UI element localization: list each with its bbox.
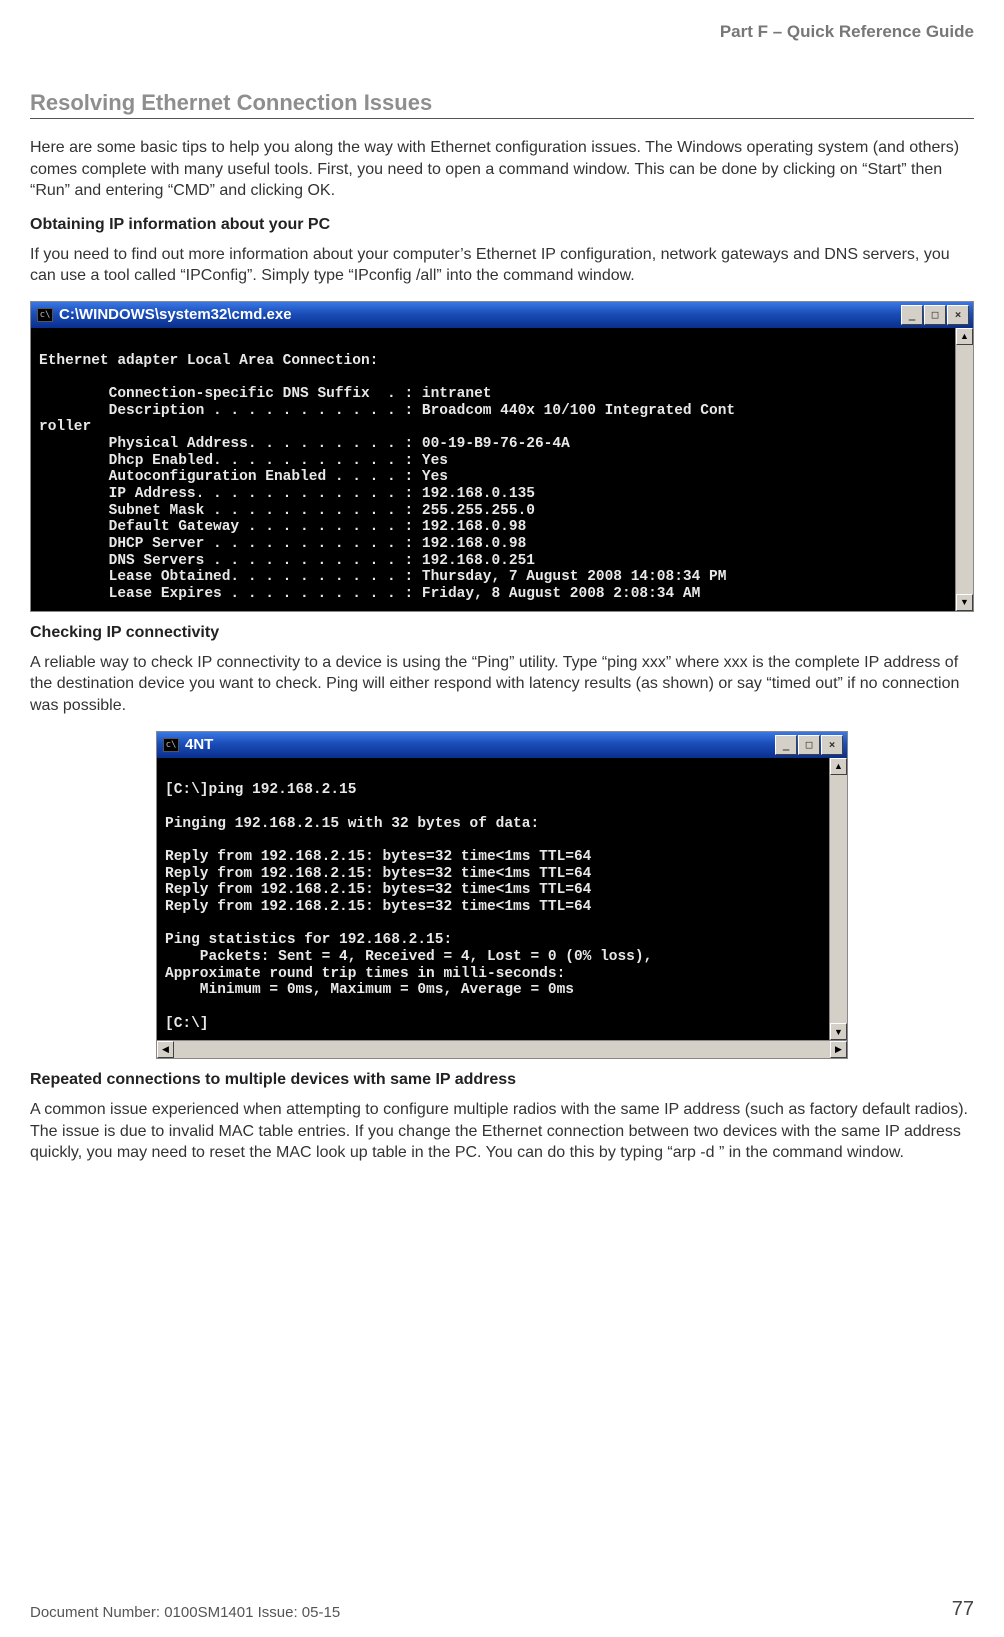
cmd-titlebar: c\ C:\WINDOWS\system32\cmd.exe _ □ × [31, 302, 973, 328]
scroll-left-button[interactable]: ◀ [157, 1041, 174, 1058]
vertical-scrollbar[interactable]: ▲ ▼ [829, 758, 847, 1041]
scroll-down-button[interactable]: ▼ [956, 594, 973, 611]
vertical-scrollbar[interactable]: ▲ ▼ [955, 328, 973, 611]
cmd-window-ping: c\ 4NT _ □ × [C:\]ping 192.168.2.15 Ping… [156, 731, 848, 1060]
paragraph-repeated-connections: A common issue experienced when attempti… [30, 1099, 974, 1164]
document-number: Document Number: 0100SM1401 Issue: 05-15 [30, 1604, 340, 1621]
maximize-button[interactable]: □ [924, 305, 946, 325]
cmd-icon: c\ [163, 738, 179, 752]
section-title: Resolving Ethernet Connection Issues [30, 90, 974, 119]
scroll-up-button[interactable]: ▲ [830, 758, 847, 775]
cmd-titlebar: c\ 4NT _ □ × [157, 732, 847, 758]
page-footer: Document Number: 0100SM1401 Issue: 05-15… [30, 1598, 974, 1621]
cmd-icon: c\ [37, 308, 53, 322]
subheading-ip-info: Obtaining IP information about your PC [30, 216, 974, 234]
scroll-up-button[interactable]: ▲ [956, 328, 973, 345]
part-header: Part F – Quick Reference Guide [30, 22, 974, 42]
cmd-title: 4NT [185, 736, 775, 753]
subheading-connectivity: Checking IP connectivity [30, 624, 974, 642]
minimize-button[interactable]: _ [775, 735, 797, 755]
scroll-down-button[interactable]: ▼ [830, 1023, 847, 1040]
page-number: 77 [952, 1598, 974, 1621]
maximize-button[interactable]: □ [798, 735, 820, 755]
cmd-window-ipconfig: c\ C:\WINDOWS\system32\cmd.exe _ □ × Eth… [30, 301, 974, 612]
paragraph-connectivity: A reliable way to check IP connectivity … [30, 652, 974, 717]
paragraph-ip-info: If you need to find out more information… [30, 244, 974, 287]
cmd-output-ipconfig: Ethernet adapter Local Area Connection: … [31, 328, 955, 611]
cmd-title: C:\WINDOWS\system32\cmd.exe [59, 306, 901, 323]
subheading-repeated-connections: Repeated connections to multiple devices… [30, 1071, 974, 1089]
cmd-output-ping: [C:\]ping 192.168.2.15 Pinging 192.168.2… [157, 758, 829, 1041]
intro-paragraph: Here are some basic tips to help you alo… [30, 137, 974, 202]
close-button[interactable]: × [821, 735, 843, 755]
minimize-button[interactable]: _ [901, 305, 923, 325]
scroll-right-button[interactable]: ▶ [830, 1041, 847, 1058]
horizontal-scrollbar[interactable]: ◀ ▶ [157, 1040, 847, 1058]
close-button[interactable]: × [947, 305, 969, 325]
